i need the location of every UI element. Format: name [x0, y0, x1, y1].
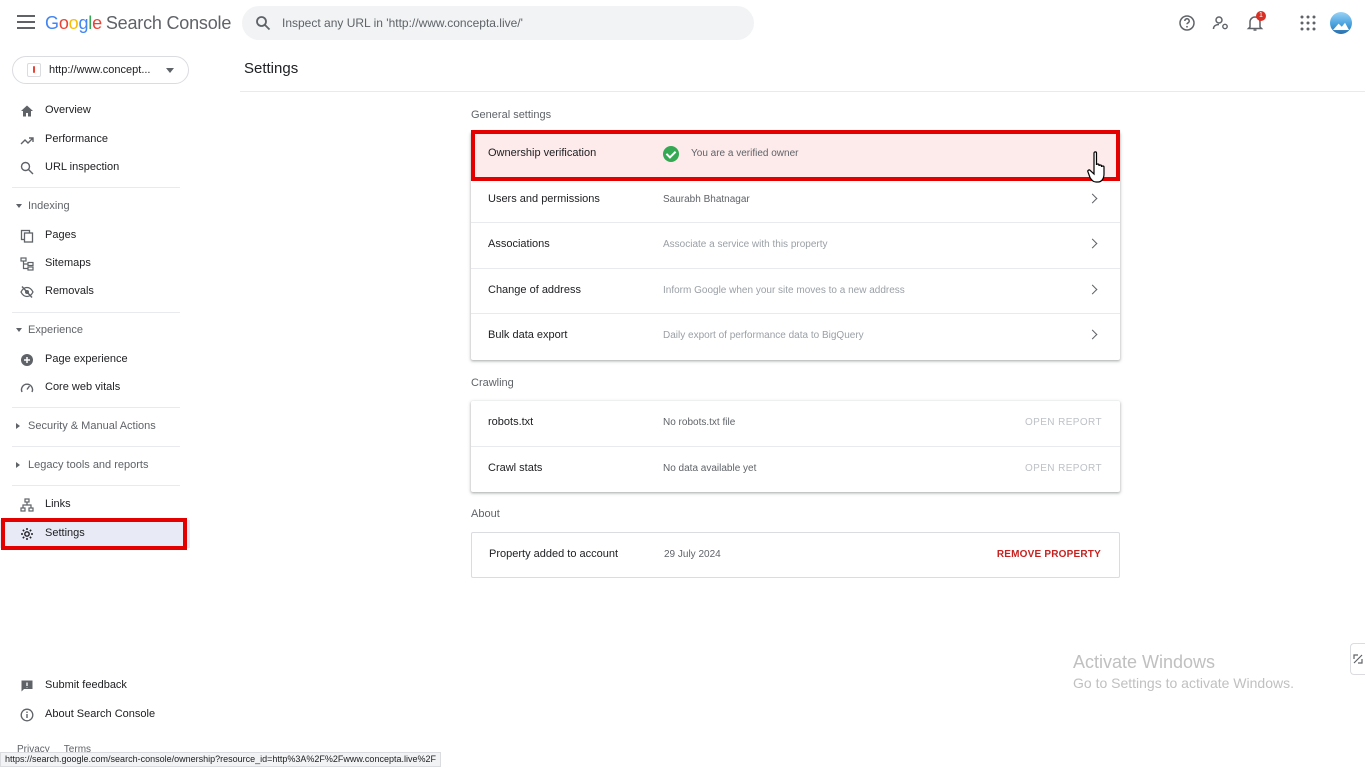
pages-icon	[20, 229, 34, 243]
row-property-added: Property added to account 29 July 2024 R…	[489, 548, 1101, 560]
section-experience[interactable]: Experience	[14, 321, 184, 341]
sidebar-divider	[12, 407, 180, 408]
plus-circle-icon	[21, 354, 33, 366]
row-change-of-address[interactable]: Change of address Inform Google when you…	[471, 269, 1120, 314]
sidebar-divider	[12, 312, 180, 313]
crawling-title: Crawling	[471, 377, 514, 389]
row-crawl-stats: Crawl stats No data available yet OPEN R…	[488, 461, 1102, 474]
search-console-logo[interactable]: Google Search Console	[45, 13, 231, 34]
sidebar-item-url-inspection[interactable]: URL inspection	[0, 154, 190, 182]
apps-icon[interactable]	[1299, 14, 1317, 32]
sidebar-item-pages[interactable]: Pages	[0, 222, 190, 250]
sidebar-item-core-web-vitals[interactable]: Core web vitals	[0, 374, 190, 402]
settings-highlight-box	[1, 518, 187, 550]
crawling-card: robots.txt No robots.txt file OPEN REPOR…	[471, 401, 1120, 492]
sidebar-item-overview[interactable]: Overview	[0, 97, 190, 125]
title-divider	[240, 91, 1365, 92]
about-card: Property added to account 29 July 2024 R…	[471, 532, 1120, 578]
section-legacy[interactable]: Legacy tools and reports	[14, 456, 184, 476]
chevron-right-icon	[1087, 193, 1098, 203]
help-icon[interactable]	[1178, 14, 1196, 32]
menu-icon[interactable]	[17, 15, 35, 29]
row-users-and-permissions[interactable]: Users and permissions Saurabh Bhatnagar	[471, 178, 1120, 223]
links-icon	[20, 498, 34, 512]
sidebar-item-removals[interactable]: Removals	[0, 278, 190, 306]
chevron-right-icon	[16, 462, 20, 468]
removals-icon	[20, 286, 34, 298]
property-url: http://www.concept...	[49, 64, 151, 76]
speed-icon	[20, 383, 34, 393]
status-bar-url: https://search.google.com/search-console…	[0, 752, 441, 767]
page-title: Settings	[244, 60, 299, 77]
search-icon	[20, 161, 34, 175]
chevron-right-icon	[1087, 284, 1098, 294]
expand-icon	[1353, 654, 1363, 664]
sidebar-item-submit-feedback[interactable]: Submit feedback	[0, 672, 190, 700]
sidebar-divider	[12, 485, 180, 486]
side-panel-toggle[interactable]	[1350, 643, 1365, 675]
sidebar-item-links[interactable]: Links	[0, 491, 190, 519]
home-icon	[21, 105, 33, 117]
trending-up-icon	[20, 137, 34, 145]
url-inspection-search[interactable]	[242, 6, 754, 40]
sidebar-item-performance[interactable]: Performance	[0, 126, 190, 154]
general-settings-title: General settings	[471, 109, 552, 121]
chevron-right-icon	[1087, 238, 1098, 249]
avatar[interactable]	[1330, 12, 1352, 34]
search-icon	[256, 16, 271, 31]
sidebar-divider	[12, 187, 180, 188]
ownership-highlight-box	[471, 130, 1120, 181]
sidebar-item-about[interactable]: About Search Console	[0, 701, 190, 729]
search-input[interactable]	[282, 14, 742, 32]
section-security[interactable]: Security & Manual Actions	[14, 417, 184, 437]
row-robots-txt: robots.txt No robots.txt file OPEN REPOR…	[471, 401, 1120, 447]
activate-windows-watermark: Activate Windows Go to Settings to activ…	[1073, 652, 1294, 691]
open-report-button[interactable]: OPEN REPORT	[1025, 463, 1102, 474]
open-report-button[interactable]: OPEN REPORT	[1025, 417, 1102, 428]
sidebar-item-sitemaps[interactable]: Sitemaps	[0, 250, 190, 278]
sidebar-item-page-experience[interactable]: Page experience	[0, 346, 190, 374]
hand-cursor-icon	[1087, 151, 1105, 183]
about-title: About	[471, 508, 500, 520]
feedback-icon	[21, 680, 33, 692]
manage-users-icon[interactable]	[1212, 14, 1230, 32]
property-selector[interactable]: http://www.concept...	[12, 56, 189, 84]
row-associations[interactable]: Associations Associate a service with th…	[471, 223, 1120, 269]
sitemap-icon	[20, 257, 34, 271]
chevron-down-icon	[166, 68, 174, 73]
chevron-right-icon	[16, 423, 20, 429]
info-icon	[20, 708, 34, 722]
section-indexing[interactable]: Indexing	[14, 197, 184, 217]
row-bulk-data-export[interactable]: Bulk data export Daily export of perform…	[471, 314, 1120, 360]
chevron-down-icon	[16, 204, 22, 208]
app-header: GoogleSearch Console 1	[0, 0, 1365, 48]
remove-property-button[interactable]: REMOVE PROPERTY	[997, 549, 1101, 560]
chevron-right-icon	[1087, 329, 1098, 340]
property-icon	[27, 63, 41, 77]
chevron-down-icon	[16, 328, 22, 332]
product-name: Search Console	[105, 13, 232, 33]
notification-badge: 1	[1256, 11, 1266, 21]
sidebar-divider	[12, 446, 180, 447]
